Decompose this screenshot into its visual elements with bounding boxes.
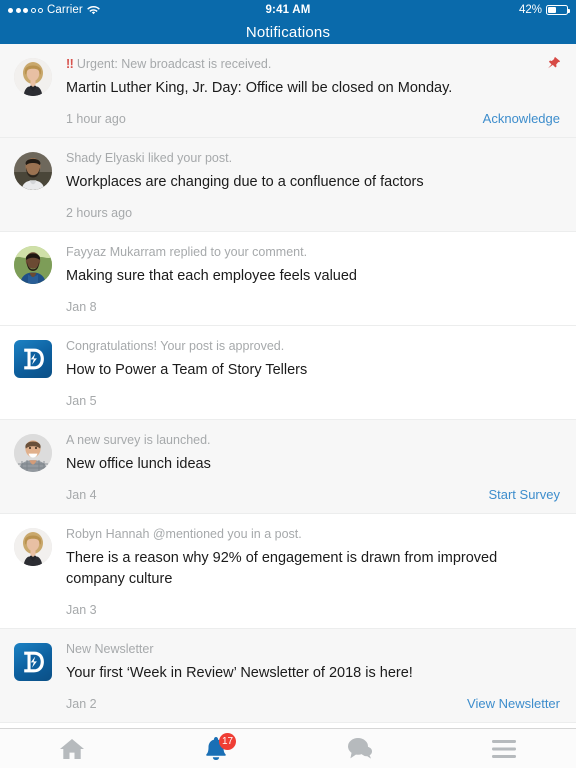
battery-percent-label: 42% <box>518 4 542 16</box>
notification-meta: A new survey is launched. <box>66 432 560 449</box>
status-bar-right: 42% <box>518 4 570 16</box>
woman-blonde-avatar[interactable] <box>14 528 52 566</box>
page-title: Notifications <box>0 20 576 44</box>
notification-footer: Jan 8 <box>66 299 560 315</box>
notification-action-link[interactable]: View Newsletter <box>467 696 560 712</box>
notification-title[interactable]: There is a reason why 92% of engagement … <box>66 548 560 590</box>
notification-footer: Jan 3 <box>66 602 560 618</box>
pin-icon[interactable] <box>546 56 560 70</box>
menu-icon <box>492 739 516 758</box>
notification-action-link[interactable]: Acknowledge <box>483 111 560 127</box>
notification-title[interactable]: Workplaces are changing due to a conflue… <box>66 172 560 193</box>
avatar-wrapper <box>14 244 54 315</box>
bottom-tab-bar[interactable]: 17 <box>0 728 576 768</box>
status-bar-left: Carrier <box>8 4 100 16</box>
tab-messages[interactable] <box>288 729 432 768</box>
woman-blonde-avatar[interactable] <box>14 58 52 96</box>
notification-timestamp: 1 hour ago <box>66 112 126 126</box>
notification-row[interactable]: Shady Elyaski liked your post. Workplaces… <box>0 138 576 232</box>
status-bar: Carrier 9:41 AM 42% <box>0 0 576 20</box>
notification-body: Shady Elyaski liked your post. Workplaces… <box>66 150 562 221</box>
notification-body: A new survey is launched. New office lunc… <box>66 432 562 503</box>
notification-row[interactable]: A new survey is launched. New office lunc… <box>0 420 576 514</box>
notification-timestamp: Jan 2 <box>66 697 97 711</box>
man-beard-avatar[interactable] <box>14 152 52 190</box>
avatar-wrapper <box>14 150 54 221</box>
notification-footer: Jan 2 View Newsletter <box>66 696 560 712</box>
notification-meta: Shady Elyaski liked your post. <box>66 150 560 167</box>
notification-timestamp: Jan 3 <box>66 603 97 617</box>
battery-icon <box>546 5 570 15</box>
notification-title[interactable]: How to Power a Team of Story Tellers <box>66 360 560 381</box>
avatar-wrapper <box>14 56 54 127</box>
notification-meta: Robyn Hannah @mentioned you in a post. <box>66 526 560 543</box>
notification-meta: Congratulations! Your post is approved. <box>66 338 560 355</box>
notification-footer: Jan 4 Start Survey <box>66 487 560 503</box>
tab-more[interactable] <box>432 729 576 768</box>
notification-meta: Fayyaz Mukarram replied to your comment. <box>66 244 560 261</box>
notification-meta-text: Robyn Hannah @mentioned you in a post. <box>66 527 302 541</box>
notification-title[interactable]: New office lunch ideas <box>66 454 560 475</box>
notification-timestamp: 2 hours ago <box>66 206 133 220</box>
avatar-wrapper <box>14 641 54 712</box>
man-plaid-shirt-avatar[interactable] <box>14 434 52 472</box>
notification-meta: New Newsletter <box>66 641 560 658</box>
notification-meta-text: Urgent: New broadcast is received. <box>76 57 272 71</box>
signal-strength-icon <box>8 7 43 13</box>
man-blue-jacket-avatar[interactable] <box>14 246 52 284</box>
notification-body: Robyn Hannah @mentioned you in a post. Th… <box>66 526 562 618</box>
notification-row[interactable]: Robyn Hannah @mentioned you in a post. Th… <box>0 514 576 629</box>
notification-footer: Jan 5 <box>66 393 560 409</box>
notification-list[interactable]: !! Urgent: New broadcast is received. Mar… <box>0 44 576 728</box>
notification-meta-text: New Newsletter <box>66 642 154 656</box>
notification-timestamp: Jan 4 <box>66 488 97 502</box>
notification-body: Congratulations! Your post is approved. H… <box>66 338 562 409</box>
home-icon <box>60 738 84 760</box>
avatar-wrapper <box>14 432 54 503</box>
notification-meta-text: Fayyaz Mukarram replied to your comment. <box>66 245 308 259</box>
notification-meta-text: Shady Elyaski liked your post. <box>66 151 233 165</box>
notification-footer: 1 hour ago Acknowledge <box>66 111 560 127</box>
notification-action-link[interactable]: Start Survey <box>488 487 560 503</box>
dynamic-signal-logo[interactable] <box>14 340 52 378</box>
notification-timestamp: Jan 5 <box>66 394 97 408</box>
notification-meta: !! Urgent: New broadcast is received. <box>66 56 560 73</box>
wifi-icon <box>87 5 100 16</box>
notifications-screen: Carrier 9:41 AM 42% Notifications !! Urg… <box>0 0 576 768</box>
notification-badge: 17 <box>219 733 237 750</box>
notification-row[interactable]: Fayyaz Mukarram replied to your comment.… <box>0 232 576 326</box>
carrier-label: Carrier <box>47 4 83 16</box>
notification-title[interactable]: Making sure that each employee feels val… <box>66 266 560 287</box>
notification-timestamp: Jan 8 <box>66 300 97 314</box>
chat-icon <box>348 738 372 759</box>
notification-footer: 2 hours ago <box>66 205 560 221</box>
notification-meta-text: A new survey is launched. <box>66 433 211 447</box>
avatar-wrapper <box>14 338 54 409</box>
notification-title[interactable]: Martin Luther King, Jr. Day: Office will… <box>66 78 560 99</box>
notification-body: Fayyaz Mukarram replied to your comment.… <box>66 244 562 315</box>
urgent-marker: !! <box>66 57 74 71</box>
notification-title[interactable]: Your first ‘Week in Review’ Newsletter o… <box>66 663 560 684</box>
notification-row[interactable]: Congratulations! Your post is approved. H… <box>0 326 576 420</box>
tab-notifications[interactable]: 17 <box>144 729 288 768</box>
tab-home[interactable] <box>0 729 144 768</box>
notification-row[interactable]: !! Urgent: New broadcast is received. Mar… <box>0 44 576 138</box>
notification-meta-text: Congratulations! Your post is approved. <box>66 339 285 353</box>
notification-body: !! Urgent: New broadcast is received. Mar… <box>66 56 562 127</box>
dynamic-signal-logo[interactable] <box>14 643 52 681</box>
notification-body: New Newsletter Your first ‘Week in Review… <box>66 641 562 712</box>
notification-row[interactable]: New Newsletter Your first ‘Week in Review… <box>0 629 576 723</box>
avatar-wrapper <box>14 526 54 618</box>
